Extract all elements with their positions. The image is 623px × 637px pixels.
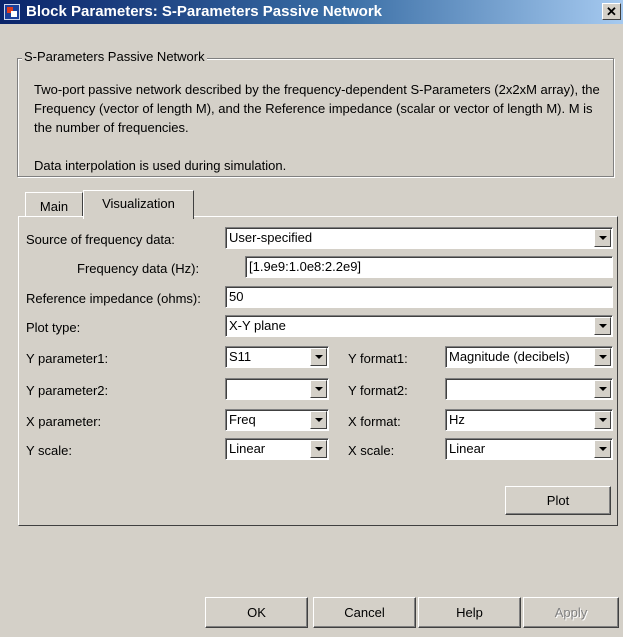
chevron-down-icon[interactable] — [594, 440, 611, 458]
title-bar[interactable]: Block Parameters: S-Parameters Passive N… — [0, 0, 623, 24]
y-parameter2-dropdown[interactable] — [225, 378, 329, 400]
apply-button: Apply — [523, 597, 619, 628]
y-parameter1-label: Y parameter1: — [26, 351, 109, 366]
chevron-down-icon[interactable] — [310, 440, 327, 458]
plot-button[interactable]: Plot — [505, 486, 611, 515]
y-format2-label: Y format2: — [348, 383, 408, 398]
close-button[interactable]: ✕ — [602, 3, 621, 20]
source-frequency-dropdown[interactable]: User-specified — [225, 227, 613, 249]
x-scale-dropdown[interactable]: Linear — [445, 438, 613, 460]
help-button[interactable]: Help — [418, 597, 521, 628]
chevron-down-icon[interactable] — [594, 348, 611, 366]
tab-visualization[interactable]: Visualization — [83, 190, 194, 219]
plot-type-value: X-Y plane — [229, 318, 286, 333]
y-format1-value: Magnitude (decibels) — [449, 349, 570, 364]
description-text: Two-port passive network described by th… — [34, 80, 606, 175]
cancel-button[interactable]: Cancel — [313, 597, 416, 628]
plot-type-dropdown[interactable]: X-Y plane — [225, 315, 613, 337]
group-legend: S-Parameters Passive Network — [22, 49, 207, 64]
y-scale-value: Linear — [229, 441, 266, 456]
chevron-down-icon[interactable] — [310, 348, 327, 366]
x-parameter-value: Freq — [229, 412, 256, 427]
frequency-data-label: Frequency data (Hz): — [77, 261, 200, 276]
simulink-block-icon — [4, 4, 20, 20]
chevron-down-icon[interactable] — [594, 380, 611, 398]
reference-impedance-label: Reference impedance (ohms): — [26, 291, 201, 306]
frequency-data-input[interactable]: [1.9e9:1.0e8:2.2e9] — [245, 256, 613, 278]
plot-type-label: Plot type: — [26, 320, 81, 335]
y-parameter1-value: S11 — [229, 349, 252, 364]
chevron-down-icon[interactable] — [594, 229, 611, 247]
y-format1-dropdown[interactable]: Magnitude (decibels) — [445, 346, 613, 368]
y-scale-dropdown[interactable]: Linear — [225, 438, 329, 460]
window-title: Block Parameters: S-Parameters Passive N… — [26, 3, 383, 20]
y-scale-label: Y scale: — [26, 443, 73, 458]
interpolation-note: Data interpolation is used during simula… — [34, 158, 287, 173]
x-scale-label: X scale: — [348, 443, 395, 458]
tab-main[interactable]: Main — [25, 192, 83, 219]
chevron-down-icon[interactable] — [310, 380, 327, 398]
chevron-down-icon[interactable] — [310, 411, 327, 429]
source-frequency-label: Source of frequency data: — [26, 232, 175, 247]
chevron-down-icon[interactable] — [594, 411, 611, 429]
y-format1-label: Y format1: — [348, 351, 408, 366]
x-format-dropdown[interactable]: Hz — [445, 409, 613, 431]
reference-impedance-input[interactable]: 50 — [225, 286, 613, 308]
y-parameter2-label: Y parameter2: — [26, 383, 109, 398]
x-parameter-label: X parameter: — [26, 414, 102, 429]
chevron-down-icon[interactable] — [594, 317, 611, 335]
ok-button[interactable]: OK — [205, 597, 308, 628]
y-format2-dropdown[interactable] — [445, 378, 613, 400]
x-parameter-dropdown[interactable]: Freq — [225, 409, 329, 431]
description-paragraph: Two-port passive network described by th… — [34, 82, 600, 135]
source-frequency-value: User-specified — [229, 230, 313, 245]
x-format-value: Hz — [449, 412, 465, 427]
x-scale-value: Linear — [449, 441, 486, 456]
x-format-label: X format: — [348, 414, 401, 429]
y-parameter1-dropdown[interactable]: S11 — [225, 346, 329, 368]
